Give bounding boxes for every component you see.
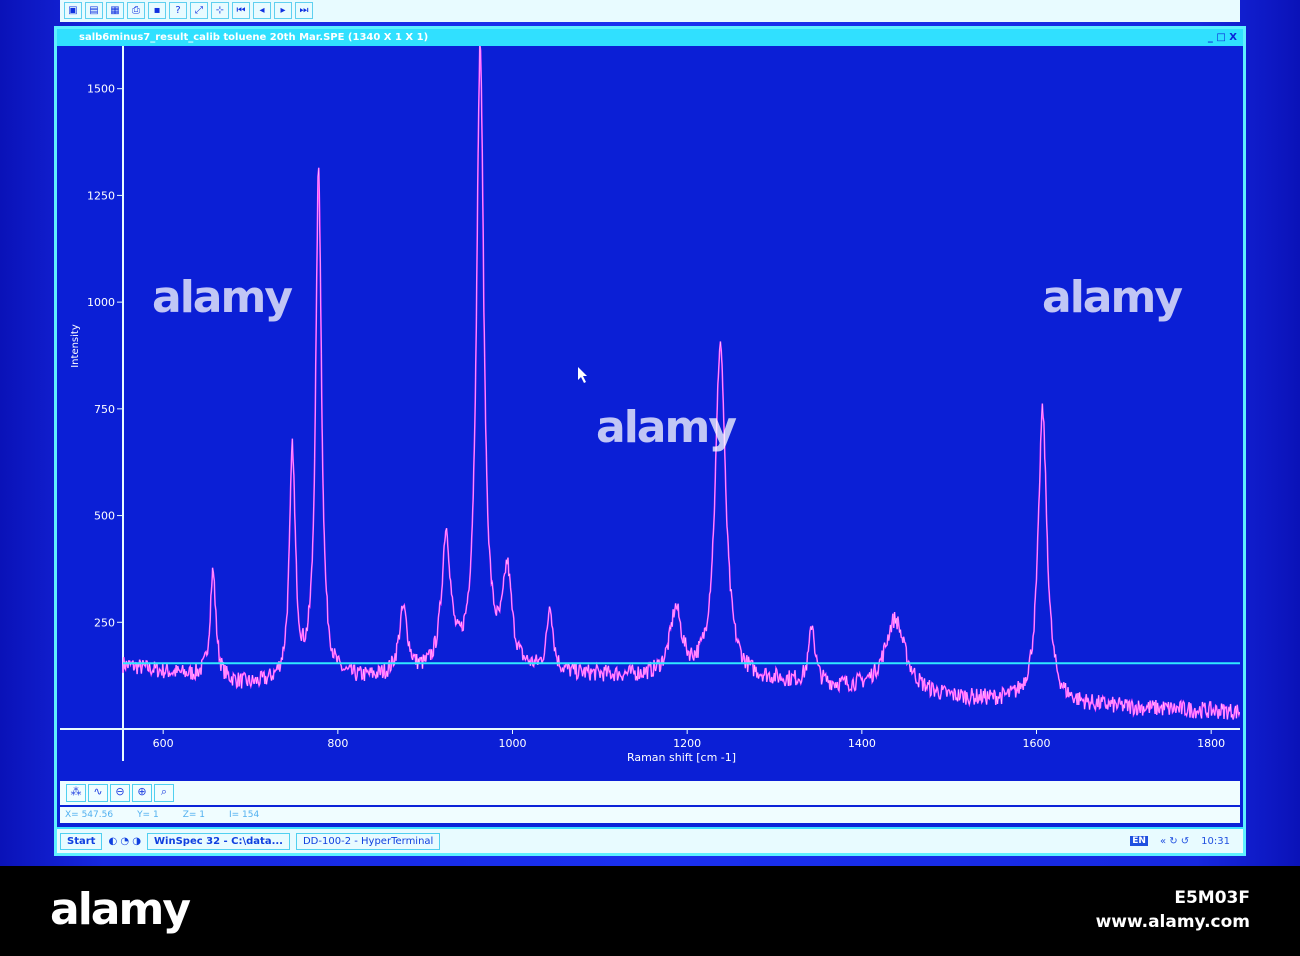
x-axis-label: Raman shift [cm -1]	[627, 751, 736, 764]
x-tick-label: 1000	[499, 737, 527, 750]
stock-url: www.alamy.com	[1095, 912, 1250, 932]
x-tick-label: 1200	[673, 737, 701, 750]
spectrum-trace	[122, 46, 1240, 720]
quicklaunch-icons[interactable]: ◐ ◔ ◑	[108, 836, 141, 847]
toolbar-button[interactable]: ▪	[148, 2, 166, 19]
y-axis-label: Intensity	[70, 324, 81, 368]
clock: 10:31	[1201, 835, 1230, 847]
mouse-pointer-icon	[578, 367, 587, 383]
x-tick-label: 1800	[1197, 737, 1225, 750]
toolbar-button[interactable]: ◂	[253, 2, 271, 19]
alamy-logo: alamy	[50, 884, 191, 935]
task-hyperterminal[interactable]: DD-100-2 - HyperTerminal	[295, 832, 441, 850]
curve-icon[interactable]: ∿	[88, 784, 108, 802]
toolbar-button[interactable]: ▦	[106, 2, 124, 19]
tray-icons[interactable]: « ↻ ↺	[1160, 836, 1189, 847]
plot-toolbar: ⁂ ∿ ⊖ ⊕ ⌕	[60, 781, 1240, 805]
main-toolbar: ▣ ▤ ▦ ⎙ ▪? ⤢ ⊹ ⏮ ◂ ▸ ⏭	[60, 0, 1240, 22]
window-controls[interactable]: _ □ X	[1208, 29, 1237, 46]
status-x: X= 547.56	[65, 810, 114, 820]
status-y: Y= 1	[137, 810, 159, 820]
toolbar-button[interactable]: ⏭	[295, 2, 313, 19]
stock-footer: alamy E5M03F www.alamy.com	[0, 866, 1300, 956]
x-tick-label: 1400	[848, 737, 876, 750]
y-tick-label: 750	[94, 403, 115, 416]
toolbar-button[interactable]: ?	[169, 2, 187, 19]
x-tick-label: 1600	[1023, 737, 1051, 750]
y-tick-label: 1500	[87, 83, 115, 96]
toolbar-button[interactable]: ▸	[274, 2, 292, 19]
status-i: I= 154	[229, 810, 260, 820]
x-tick-label: 800	[327, 737, 348, 750]
system-tray: EN « ↻ ↺ 10:31	[1130, 836, 1240, 847]
monitor-screen: ▣ ▤ ▦ ⎙ ▪? ⤢ ⊹ ⏮ ◂ ▸ ⏭ salb6minus7_result_calib to…	[0, 0, 1300, 866]
window-title-bar: salb6minus7_result_calib toluene 20th Ma…	[57, 29, 1243, 46]
watermark: alamy	[596, 402, 737, 453]
toolbar-button[interactable]: ⎙	[127, 2, 145, 19]
toolbar-button[interactable]: ⏮	[232, 2, 250, 19]
y-tick-label: 1250	[87, 189, 115, 202]
spectrum-trace-highlight	[122, 46, 1240, 720]
toolbar-button[interactable]: ▤	[85, 2, 103, 19]
y-tick-label: 500	[94, 510, 115, 523]
toolbar-button[interactable]: ⊹	[211, 2, 229, 19]
cursor-status: X= 547.56 Y= 1 Z= 1 I= 154	[60, 807, 1240, 823]
image-code: E5M03F	[1174, 888, 1250, 908]
start-button[interactable]: Start	[60, 832, 103, 850]
window-title: salb6minus7_result_calib toluene 20th Ma…	[79, 32, 429, 43]
status-z: Z= 1	[182, 810, 205, 820]
x-tick-label: 600	[153, 737, 174, 750]
language-indicator[interactable]: EN	[1130, 836, 1148, 846]
y-tick-label: 250	[94, 616, 115, 629]
toolbar-button[interactable]: ⤢	[190, 2, 208, 19]
zoom-fit-icon[interactable]: ⌕	[154, 784, 174, 802]
zoom-in-icon[interactable]: ⊕	[132, 784, 152, 802]
zoom-out-icon[interactable]: ⊖	[110, 784, 130, 802]
watermark: alamy	[1042, 272, 1183, 323]
task-winspec[interactable]: WinSpec 32 - C:\data...	[147, 832, 290, 850]
y-tick-label: 1000	[87, 296, 115, 309]
toolbar-button[interactable]: ▣	[64, 2, 82, 19]
peak-icon[interactable]: ⁂	[66, 784, 86, 802]
taskbar: Start ◐ ◔ ◑ WinSpec 32 - C:\data... DD-1…	[57, 827, 1243, 853]
watermark: alamy	[152, 272, 293, 323]
